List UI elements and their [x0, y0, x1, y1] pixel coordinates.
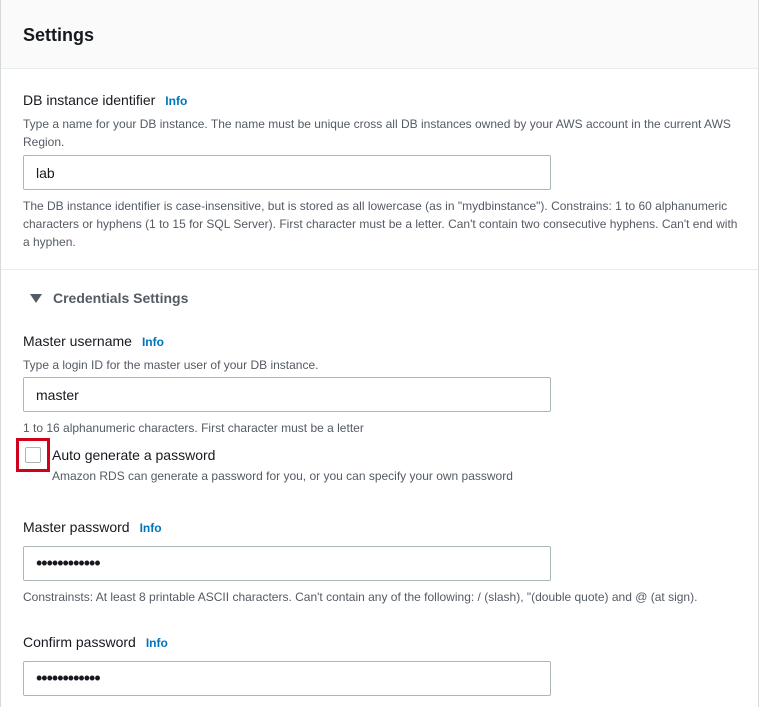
master-password-constraints: Constrainsts: At least 8 printable ASCII… [23, 590, 698, 604]
db-identifier-input[interactable] [23, 155, 551, 190]
confirm-password-info-link[interactable]: Info [146, 633, 168, 653]
checkbox-highlight-box [16, 438, 50, 472]
master-password-info-link[interactable]: Info [140, 518, 162, 538]
auto-generate-password-text: Auto generate a password Amazon RDS can … [52, 438, 513, 485]
db-identifier-description: Type a name for your DB instance. The na… [23, 117, 731, 149]
credentials-settings-label: Credentials Settings [53, 290, 189, 306]
master-password-label-row: Master password Info [23, 517, 736, 538]
credentials-settings-expander[interactable]: Credentials Settings [23, 288, 188, 308]
master-username-field: Master username Info Type a login ID for… [1, 331, 758, 374]
settings-panel: Settings DB instance identifier Info Typ… [0, 0, 759, 707]
master-username-constraints: 1 to 16 alphanumeric characters. First c… [23, 421, 364, 435]
db-identifier-info-link[interactable]: Info [165, 91, 187, 111]
master-password-label: Master password [23, 519, 130, 535]
master-username-input[interactable] [23, 377, 551, 412]
db-identifier-constraints: The DB instance identifier is case-insen… [23, 199, 738, 249]
confirm-password-input[interactable] [23, 661, 551, 696]
caret-down-icon [30, 293, 42, 303]
panel-title: Settings [23, 25, 95, 45]
master-password-input[interactable] [23, 546, 551, 581]
master-username-label-row: Master username Info [23, 331, 736, 352]
auto-generate-password-label[interactable]: Auto generate a password [52, 446, 513, 464]
panel-header: Settings [1, 0, 758, 69]
master-username-info-link[interactable]: Info [142, 332, 164, 352]
auto-generate-password-checkbox[interactable] [25, 447, 41, 463]
db-identifier-label: DB instance identifier [23, 92, 156, 108]
db-identifier-field: DB instance identifier Info Type a name … [1, 90, 758, 151]
master-username-label: Master username [23, 333, 132, 349]
confirm-password-label-row: Confirm password Info [23, 632, 736, 653]
auto-generate-password-row: Auto generate a password Amazon RDS can … [16, 438, 513, 485]
confirm-password-field: Confirm password Info [1, 632, 758, 653]
db-identifier-label-row: DB instance identifier Info [23, 90, 736, 111]
master-password-field: Master password Info [1, 517, 758, 538]
auto-generate-password-description: Amazon RDS can generate a password for y… [52, 469, 513, 483]
section-divider [1, 269, 758, 270]
confirm-password-label: Confirm password [23, 634, 136, 650]
master-username-description: Type a login ID for the master user of y… [23, 358, 319, 372]
